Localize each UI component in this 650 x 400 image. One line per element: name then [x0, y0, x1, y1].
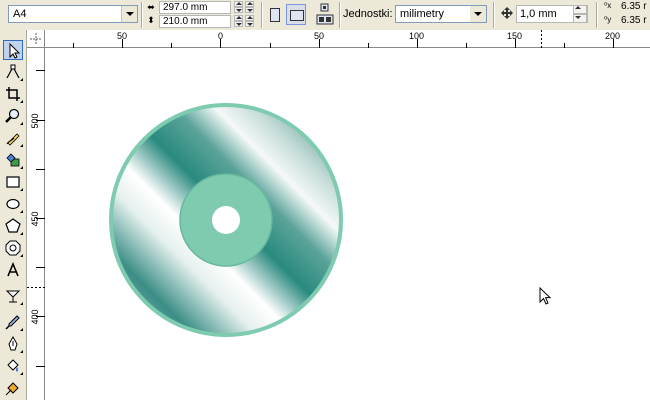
- chevron-down-icon[interactable]: [121, 6, 137, 22]
- ruler-label: 450: [30, 211, 40, 227]
- pencil-icon: [6, 133, 20, 146]
- chevron-down-icon[interactable]: [470, 6, 486, 22]
- paper-size-value: A4: [13, 8, 27, 20]
- ruler-origin-corner[interactable]: [27, 30, 45, 48]
- ruler-label: 0: [218, 31, 224, 41]
- height-spin-down-button[interactable]: [234, 21, 243, 27]
- horizontal-ruler[interactable]: 50 0 50 100 150 200: [45, 30, 650, 48]
- paper-size-select[interactable]: A4: [8, 5, 138, 23]
- ruler-label: 50: [117, 31, 128, 41]
- height-icon: ⬍: [147, 15, 155, 25]
- ellipse-icon: [6, 198, 20, 210]
- nudge-distance-value: 1,0 mm: [520, 8, 557, 20]
- duplicate-y-icon: ⁰y: [604, 15, 612, 24]
- toolbox: [0, 30, 27, 400]
- cd-disc-drawing[interactable]: [108, 102, 344, 338]
- text-tool[interactable]: [3, 260, 23, 280]
- landscape-page-icon: [290, 10, 304, 21]
- mouse-cursor-icon: [539, 287, 552, 305]
- polygon-tool[interactable]: [3, 216, 23, 236]
- pick-tool[interactable]: [3, 40, 23, 60]
- rectangle-icon: [6, 176, 20, 188]
- fill-tool[interactable]: [3, 356, 23, 376]
- ellipse-tool[interactable]: [3, 194, 23, 214]
- duplicate-x-value[interactable]: 6.35 r: [621, 1, 647, 12]
- nudge-distance-icon: [501, 7, 513, 19]
- polygon-icon: [5, 218, 21, 233]
- pointer-arrow-icon: [9, 43, 21, 59]
- crop-tool[interactable]: [3, 84, 23, 104]
- paper-width-field[interactable]: 297.0 mm: [159, 1, 231, 14]
- paint-bucket-icon: [7, 359, 19, 372]
- magnifier-icon: [5, 108, 20, 123]
- freehand-tool[interactable]: [3, 128, 23, 148]
- toolbar-separator: [339, 2, 341, 28]
- page-layout-icon: [316, 3, 334, 25]
- property-bar: A4 ⬌ 297.0 mm ⬍ 210.0 mm Jednostki: mili…: [0, 0, 650, 31]
- landscape-button[interactable]: [286, 4, 306, 25]
- paper-height-field[interactable]: 210.0 mm: [159, 15, 231, 28]
- vertical-ruler[interactable]: 500 450 400: [27, 48, 45, 400]
- units-select[interactable]: milimetry: [395, 5, 487, 23]
- crop-icon: [6, 87, 20, 101]
- smart-fill-icon: [6, 153, 20, 167]
- drawing-canvas[interactable]: [45, 48, 650, 400]
- basic-shapes-icon: [5, 240, 21, 256]
- toolbar-separator: [493, 2, 495, 28]
- shape-node-icon: [6, 64, 20, 79]
- rectangle-tool[interactable]: [3, 172, 23, 192]
- units-value: milimetry: [400, 8, 444, 20]
- outline-tool[interactable]: [3, 334, 23, 354]
- basic-shapes-tool[interactable]: [3, 238, 23, 258]
- zoom-tool[interactable]: [3, 106, 23, 126]
- paper-height-value: 210.0 mm: [163, 16, 208, 27]
- interactive-fill-icon: [5, 382, 19, 396]
- width-spin-down-button-2[interactable]: [245, 7, 254, 13]
- toolbar-separator: [261, 2, 263, 28]
- duplicate-y-value[interactable]: 6.35 r: [621, 15, 647, 26]
- shape-tool[interactable]: [3, 62, 23, 82]
- width-icon: ⬌: [147, 2, 155, 12]
- cd-center-hole: [212, 206, 240, 234]
- duplicate-x-icon: ⁰x: [604, 1, 612, 10]
- ruler-label: 50: [314, 31, 325, 41]
- nudge-spin-down-button[interactable]: [573, 14, 587, 23]
- text-icon: [7, 262, 19, 277]
- ruler-label: 150: [507, 31, 523, 41]
- portrait-page-icon: [270, 8, 280, 22]
- nudge-spin-up-button[interactable]: [573, 5, 587, 14]
- eyedropper-icon: [5, 315, 20, 330]
- horizontal-ruler-ticks: [73, 30, 614, 48]
- width-spin-down-button[interactable]: [234, 7, 243, 13]
- interactive-fill-tool[interactable]: [3, 378, 23, 398]
- page-layout-button[interactable]: [314, 2, 336, 27]
- blend-icon: [5, 290, 21, 303]
- toolbar-separator: [141, 2, 143, 28]
- ruler-label: 200: [605, 31, 621, 41]
- eyedropper-tool[interactable]: [3, 312, 23, 332]
- paper-width-value: 297.0 mm: [163, 2, 208, 13]
- portrait-button[interactable]: [265, 4, 285, 25]
- interactive-blend-tool[interactable]: [3, 286, 23, 306]
- ruler-label: 500: [30, 113, 40, 129]
- height-spin-down-button-2[interactable]: [245, 21, 254, 27]
- ruler-origin-icon: [30, 33, 42, 45]
- toolbar-separator: [596, 2, 598, 28]
- smart-fill-tool[interactable]: [3, 150, 23, 170]
- ruler-label: 400: [30, 309, 40, 325]
- ruler-label: 100: [409, 31, 425, 41]
- units-label: Jednostki:: [343, 8, 393, 20]
- pen-nib-icon: [8, 336, 18, 351]
